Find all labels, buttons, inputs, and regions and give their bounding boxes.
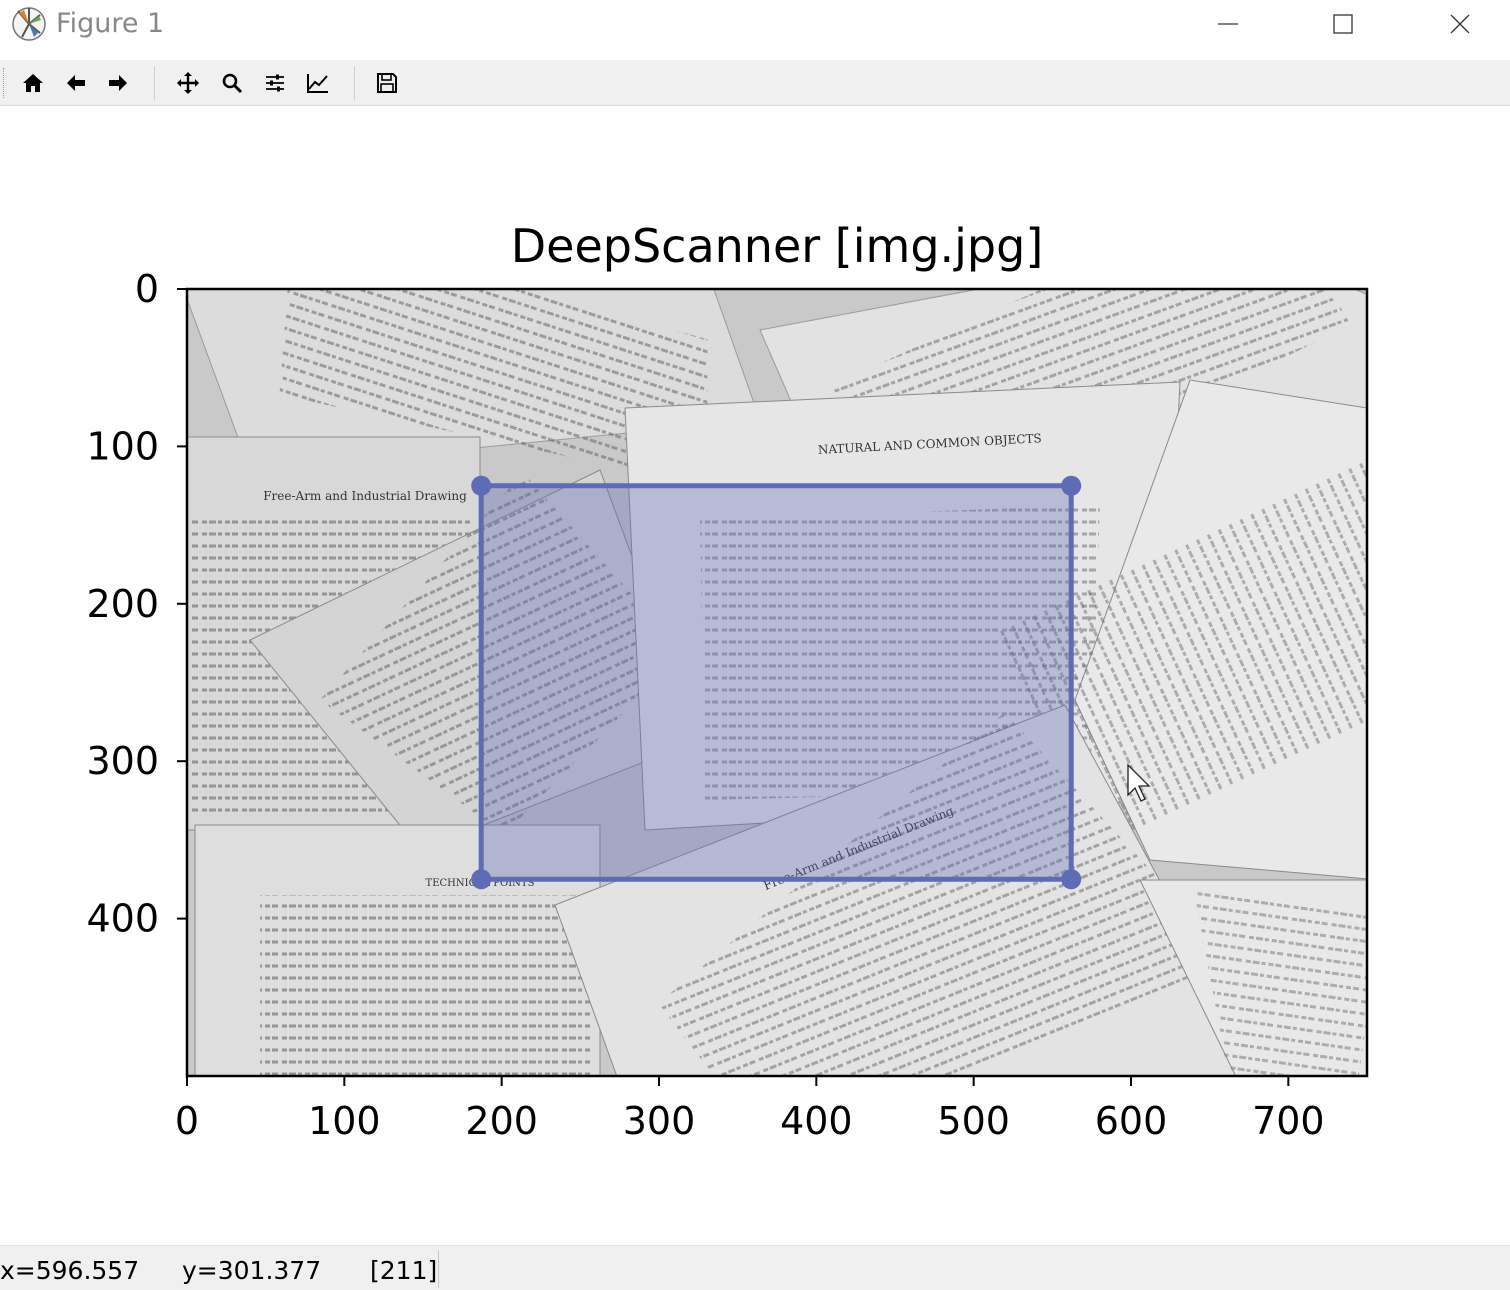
status-separator (438, 1250, 439, 1288)
save-button[interactable] (368, 64, 406, 102)
pan-icon (177, 72, 199, 94)
figure-svg: DeepScanner [img.jpg] NATURAL AND COMMON… (86, 219, 1369, 1143)
minimize-button[interactable] (1188, 0, 1268, 48)
toolbar-separator (154, 66, 155, 100)
y-tick-label: 400 (86, 897, 159, 941)
x-tick-label: 500 (937, 1099, 1010, 1143)
cursor-x-readout: x=596.557 (0, 1256, 140, 1285)
figure-title: DeepScanner [img.jpg] (511, 219, 1044, 273)
selection-corner-handle[interactable] (1061, 475, 1082, 496)
maximize-icon (1333, 14, 1353, 34)
zoom-button[interactable] (213, 64, 251, 102)
subplots-button[interactable] (256, 64, 294, 102)
cursor-y-readout: y=301.377 (182, 1256, 322, 1285)
forward-button[interactable] (99, 64, 137, 102)
toolbar-separator (354, 66, 355, 100)
matplotlib-logo-icon (12, 7, 46, 41)
home-button[interactable] (14, 64, 52, 102)
pan-button[interactable] (169, 64, 207, 102)
x-tick-label: 400 (780, 1099, 853, 1143)
selection-corner-handle[interactable] (1061, 869, 1082, 890)
selection-overlay[interactable] (471, 475, 1082, 890)
home-icon (23, 74, 43, 92)
forward-arrow-icon (109, 75, 127, 91)
maximize-button[interactable] (1303, 0, 1383, 48)
zoom-icon (222, 73, 243, 94)
toolbar-grip (3, 68, 7, 98)
x-axis: 0 100 200 300 400 500 600 700 (175, 1076, 1325, 1143)
customize-button[interactable] (299, 64, 337, 102)
y-tick-label: 100 (86, 424, 159, 468)
y-tick-label: 0 (135, 267, 159, 311)
x-tick-label: 200 (465, 1099, 538, 1143)
selection-corner-handle[interactable] (471, 475, 492, 496)
back-arrow-icon (67, 75, 85, 91)
selection-corner-handle[interactable] (471, 869, 492, 890)
minimize-icon (1218, 23, 1238, 25)
figure-canvas[interactable]: DeepScanner [img.jpg] NATURAL AND COMMON… (0, 107, 1510, 1245)
y-axis: 0 100 200 300 400 (86, 267, 187, 941)
back-button[interactable] (57, 64, 95, 102)
edit-axis-icon (307, 74, 328, 93)
x-tick-label: 100 (308, 1099, 381, 1143)
status-bar: x=596.557 y=301.377 [211] (0, 1245, 1510, 1290)
navigation-toolbar (0, 60, 1510, 106)
selection-fill (481, 485, 1072, 880)
x-tick-label: 600 (1095, 1099, 1168, 1143)
save-icon (377, 73, 397, 93)
y-tick-label: 200 (86, 582, 159, 626)
close-button[interactable] (1420, 0, 1500, 48)
subplots-icon (266, 74, 284, 92)
x-tick-label: 0 (175, 1099, 199, 1143)
x-tick-label: 700 (1252, 1099, 1325, 1143)
title-bar: Figure 1 (0, 0, 1510, 58)
pixel-value-readout: [211] (370, 1256, 438, 1285)
page-header-free-arm: Free-Arm and Industrial Drawing (263, 489, 467, 503)
x-tick-label: 300 (623, 1099, 696, 1143)
y-tick-label: 300 (86, 739, 159, 783)
window-title: Figure 1 (56, 8, 165, 39)
close-icon (1450, 14, 1470, 34)
